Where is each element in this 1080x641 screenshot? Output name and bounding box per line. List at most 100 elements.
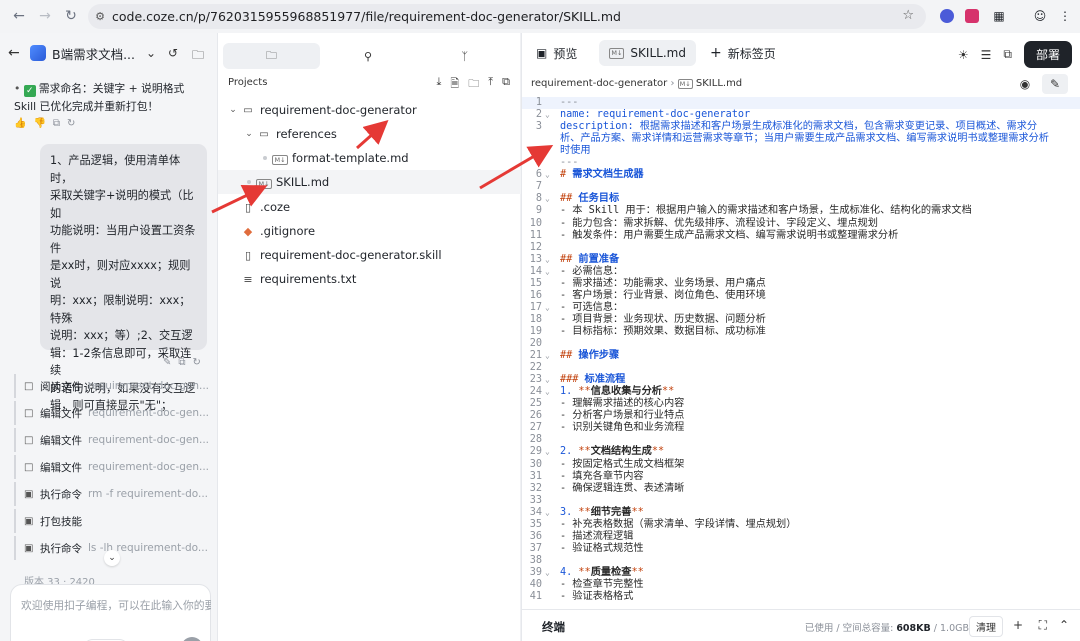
tool-call-item[interactable]: □ 阅读文件 requirement-doc-gen... (14, 374, 209, 398)
upload-icon[interactable]: ⤒ (488, 75, 493, 94)
line-number: 37 (529, 542, 542, 554)
fold-chevron-icon[interactable]: ⌄ (545, 109, 550, 121)
bubble-line: 明：xxx；限制说明：xxx；特殊 (50, 294, 191, 325)
history-icon[interactable]: ↺ (168, 46, 178, 60)
fold-chevron-icon[interactable]: ⌄ (545, 350, 550, 362)
tree-item[interactable]: ▯ .coze (218, 195, 521, 219)
puzzle-icon[interactable]: ▦ (989, 6, 1009, 26)
profile-icon[interactable]: ☺ (1030, 6, 1050, 26)
code-editor[interactable]: 1 --- 2 ⌄ name: requirement-doc-generator 3 de… (522, 97, 1080, 609)
markdown-icon: M↓ (609, 47, 625, 59)
code-line: 35 - 补充表格数据（需求清单、字段详情、埋点规划） (522, 519, 1080, 531)
project-name[interactable]: B端需求文档... (52, 44, 135, 63)
settings-sliders-icon[interactable]: ☰ (981, 48, 992, 62)
tree-item[interactable]: ≡ requirements.txt (218, 267, 521, 291)
git-tab[interactable]: ᛉ (416, 43, 513, 69)
fold-chevron-icon[interactable]: ⌄ (545, 386, 550, 398)
text-file-icon: ≡ (243, 272, 253, 286)
code-text: - 确保逻辑连贯、表述清晰 (560, 482, 685, 494)
new-file-icon[interactable]: 🗎 (450, 75, 459, 94)
breadcrumb-file[interactable]: SKILL.md (696, 78, 742, 89)
files-tab[interactable]: 🗀 (223, 43, 320, 69)
terminal-title[interactable]: 终端 (542, 619, 565, 635)
tree-item[interactable]: ◆ .gitignore (218, 219, 521, 243)
thumbs-down-icon[interactable]: 👎 (33, 118, 45, 129)
fold-chevron-icon[interactable]: ⌄ (545, 302, 550, 314)
tree-item[interactable]: ⌄ ▭ references (218, 122, 521, 146)
chevron-down-icon[interactable]: ⌄ (226, 105, 240, 115)
code-text: name: requirement-doc-generator (560, 109, 751, 121)
fold-chevron-icon[interactable]: ⌄ (545, 254, 550, 266)
fold-chevron-icon[interactable]: ⌄ (545, 193, 550, 205)
new-folder-icon[interactable]: 🗀 (468, 75, 479, 94)
search-tab[interactable]: ⚲ (320, 43, 417, 69)
extension-icon[interactable] (962, 6, 982, 26)
tool-call-arg: requirement-doc-gen... (88, 407, 209, 419)
clear-button[interactable]: 清理 (969, 616, 1003, 637)
bubble-line: 功能说明：当用户设置工资条件 (50, 224, 196, 255)
fold-chevron-icon[interactable]: ⌄ (545, 507, 550, 519)
editor-panel: ▣ 预览 M↓ SKILL.md + 新标签页 ☀ ☰ ⧉ 部署 require… (521, 33, 1080, 641)
plus-icon[interactable]: + (1013, 618, 1023, 632)
tree-item[interactable]: ⌄ ▭ requirement-doc-generator (218, 98, 521, 122)
maximize-icon[interactable]: ⛶ (1039, 618, 1047, 633)
tool-call-item[interactable]: □ 编辑文件 requirement-doc-gen... (14, 455, 209, 479)
file-icon: □ (24, 380, 34, 392)
breadcrumb-folder[interactable]: requirement-doc-generator (531, 78, 667, 89)
theme-icon[interactable]: ☀ (958, 48, 969, 62)
tree-item[interactable]: M↓ SKILL.md (218, 170, 521, 194)
storage-usage: 已使用 / 空间总容量: 608KB / 1.0GB (804, 623, 969, 634)
menu-icon[interactable]: ⋮ (1055, 6, 1075, 26)
collapse-up-icon[interactable]: ⌃ (1059, 618, 1069, 632)
edit-icon[interactable]: ✎ (1042, 74, 1068, 94)
chat-input[interactable]: 欢迎使用扣子编程，可以在此输入你的要求 (21, 597, 211, 613)
eye-icon[interactable]: ◉ (1012, 74, 1038, 94)
back-icon[interactable]: ← (6, 3, 32, 29)
tool-call-item[interactable]: ▣ 执行命令 rm -f requirement-do... (14, 482, 209, 506)
code-line: 14 ⌄ - 必需信息： (522, 266, 1080, 278)
fold-chevron-icon[interactable]: ⌄ (545, 374, 550, 386)
fold-chevron-icon[interactable]: ⌄ (545, 446, 550, 458)
download-icon[interactable]: ⤓ (437, 75, 442, 94)
chevron-down-icon[interactable]: ⌄ (242, 129, 256, 139)
star-icon[interactable]: ☆ (902, 8, 914, 23)
tab-new[interactable]: + 新标签页 (700, 40, 786, 66)
reload-icon[interactable]: ↻ (58, 3, 84, 29)
edit-icon[interactable]: ✎ (163, 357, 171, 368)
line-number: 41 (529, 591, 542, 603)
extension-icon[interactable] (937, 6, 957, 26)
address-bar[interactable]: ⚙ code.coze.cn/p/7620315955968851977/fil… (88, 4, 926, 29)
url-text[interactable]: code.coze.cn/p/7620315955968851977/file/… (112, 9, 621, 24)
tool-call-item[interactable]: ▣ 打包技能 (14, 509, 209, 533)
tab-skill-md[interactable]: M↓ SKILL.md (599, 40, 696, 66)
fold-chevron-icon[interactable]: ⌄ (545, 169, 550, 181)
collapse-icon[interactable]: ⧉ (502, 75, 510, 94)
copy-icon[interactable]: ⧉ (178, 357, 185, 368)
fold-chevron-icon[interactable]: ⌄ (545, 567, 550, 579)
copy-icon[interactable]: ⧉ (53, 118, 60, 129)
line-number: 10 (529, 217, 542, 229)
tab-preview[interactable]: ▣ 预览 (526, 40, 587, 66)
split-view-icon[interactable]: ⧉ (1003, 47, 1012, 62)
retry-icon[interactable]: ↻ (193, 357, 201, 368)
send-button[interactable]: ↑ (181, 637, 203, 641)
code-line: 33 (522, 495, 1080, 507)
chat-input-box[interactable]: 欢迎使用扣子编程，可以在此输入你的要求 + ⚙ 自动⌄ ↑ (10, 584, 211, 641)
forward-icon[interactable]: → (32, 3, 58, 29)
chevron-down-icon[interactable]: ⌄ (146, 46, 156, 60)
tool-call-item[interactable]: □ 编辑文件 requirement-doc-gen... (14, 428, 209, 452)
folder-icon[interactable]: 🗀 (192, 46, 204, 67)
thumbs-up-icon[interactable]: 👍 (14, 118, 26, 129)
line-number: 13 (529, 253, 542, 265)
deploy-button[interactable]: 部署 (1023, 41, 1072, 68)
tool-call-item[interactable]: □ 编辑文件 requirement-doc-gen... (14, 401, 209, 425)
site-info-icon[interactable]: ⚙ (88, 10, 112, 23)
regenerate-icon[interactable]: ↻ (67, 118, 75, 129)
fold-chevron-icon[interactable]: ⌄ (545, 266, 550, 278)
scroll-down-icon[interactable]: ⌄ (104, 550, 120, 566)
tree-item[interactable]: M↓ format-template.md (218, 146, 521, 170)
tree-item[interactable]: ▯ requirement-doc-generator.skill (218, 243, 521, 267)
code-text: 析、产品方案、需求详情和运营需求等章节；当用户需要生成产品需求文档、编写需求说明… (560, 133, 1049, 145)
back-arrow-icon[interactable]: ← (8, 45, 24, 61)
terminal-bar: 终端 已使用 / 空间总容量: 608KB / 1.0GB 清理 + ⛶ ⌃ (522, 609, 1080, 641)
